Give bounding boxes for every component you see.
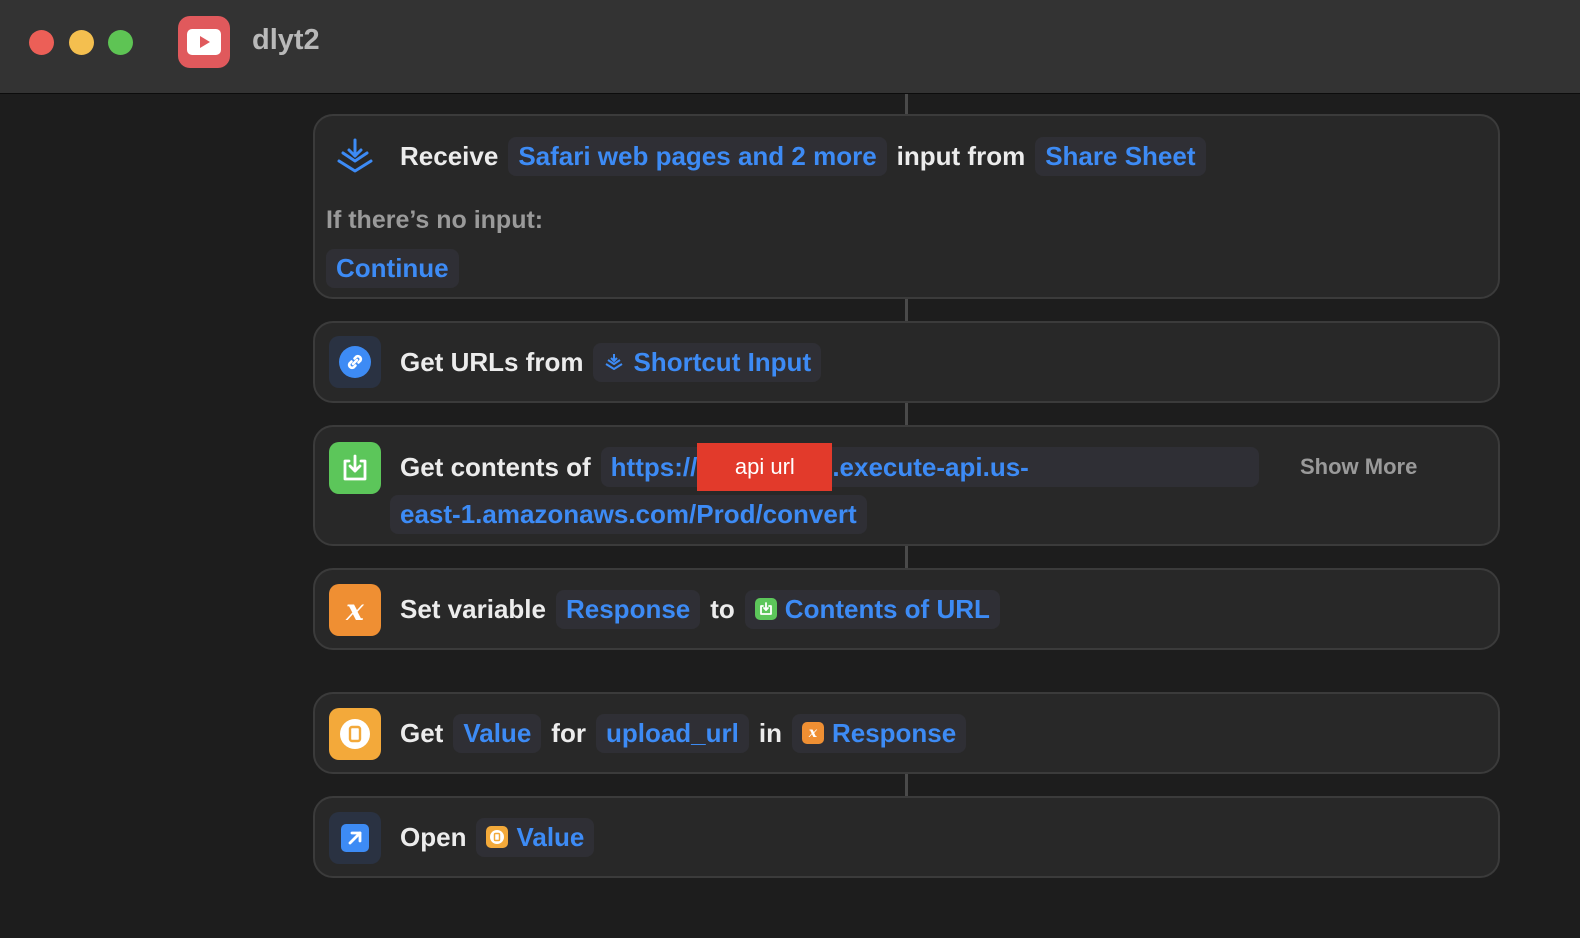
get-urls-action-card[interactable]: Get URLs from Shortcut Input — [313, 321, 1500, 403]
set-variable-action-card[interactable]: x Set variable Response to Contents of U… — [313, 568, 1500, 650]
no-input-row: Continue — [326, 248, 469, 288]
contents-of-url-label: Contents of URL — [784, 593, 990, 624]
continue-token[interactable]: Continue — [326, 248, 459, 288]
open-value-label: Value — [516, 821, 585, 852]
set-variable-label: Set variable — [400, 593, 546, 624]
get-contents-action-card[interactable]: Get contents of https:// api url .execut… — [313, 425, 1500, 546]
value-type-token[interactable]: Value — [453, 713, 542, 753]
get-contents-label: Get contents of — [400, 451, 591, 482]
for-label: for — [551, 717, 586, 748]
connector — [905, 299, 908, 321]
open-arrow-icon — [329, 812, 381, 864]
open-value-token[interactable]: Value — [476, 817, 595, 857]
window-title: dlyt2 — [252, 24, 320, 56]
close-window-button[interactable] — [29, 30, 54, 55]
get-label: Get — [400, 717, 444, 748]
dictionary-icon — [329, 708, 381, 760]
open-action-card[interactable]: Open Value — [313, 796, 1500, 878]
get-contents-row: Get contents of https:// api url .execut… — [400, 443, 1269, 491]
variable-icon: x — [801, 722, 824, 744]
in-label: in — [758, 717, 782, 748]
dictionary-icon — [486, 826, 509, 848]
response-token[interactable]: x Response — [791, 713, 967, 753]
redaction-box: api url — [697, 443, 833, 491]
zoom-window-button[interactable] — [108, 30, 133, 55]
receive-label: Receive — [400, 140, 499, 171]
stack-icon — [603, 351, 625, 373]
get-value-row: Get Value for upload_url in x Response — [400, 713, 976, 753]
input-types-token[interactable]: Safari web pages and 2 more — [508, 136, 887, 176]
share-sheet-token[interactable]: Share Sheet — [1035, 136, 1206, 176]
play-icon — [178, 16, 230, 68]
get-value-action-card[interactable]: Get Value for upload_url in x Response — [313, 692, 1500, 774]
stack-arrow-icon — [329, 132, 381, 184]
variable-name-token[interactable]: Response — [555, 589, 701, 629]
variable-icon: x — [329, 584, 381, 636]
contents-of-url-token[interactable]: Contents of URL — [744, 589, 1000, 629]
connector — [905, 403, 908, 425]
no-input-label: If there’s no input: — [326, 206, 544, 234]
download-icon — [754, 598, 777, 620]
get-urls-label: Get URLs from — [400, 346, 584, 377]
url-prefix: https:// — [610, 451, 698, 482]
to-label: to — [710, 593, 735, 624]
shortcut-input-token[interactable]: Shortcut Input — [593, 342, 822, 382]
get-urls-row: Get URLs from Shortcut Input — [400, 342, 831, 382]
minimize-window-button[interactable] — [69, 30, 94, 55]
response-label: Response — [831, 717, 957, 748]
open-label: Open — [400, 821, 467, 852]
key-token[interactable]: upload_url — [595, 713, 749, 753]
url-middle: .execute-api.us- — [832, 451, 1029, 482]
receive-action-card[interactable]: Receive Safari web pages and 2 more inpu… — [313, 114, 1500, 299]
url-line2-row: east-1.amazonaws.com/Prod/convert — [390, 494, 877, 534]
connector — [905, 546, 908, 568]
receive-row: Receive Safari web pages and 2 more inpu… — [400, 136, 1216, 176]
url-token-line2[interactable]: east-1.amazonaws.com/Prod/convert — [390, 494, 867, 534]
link-icon — [329, 336, 381, 388]
show-more-button[interactable]: Show More — [1300, 454, 1417, 480]
connector — [905, 94, 908, 114]
connector — [905, 774, 908, 796]
download-icon — [329, 442, 381, 494]
input-from-label: input from — [896, 140, 1026, 171]
url-token[interactable]: https:// api url .execute-api.us- — [600, 443, 1259, 491]
shortcut-input-label: Shortcut Input — [633, 346, 812, 377]
title-bar: dlyt2 — [0, 0, 1580, 94]
open-row: Open Value — [400, 817, 604, 857]
set-variable-row: Set variable Response to Contents of URL — [400, 589, 1010, 629]
